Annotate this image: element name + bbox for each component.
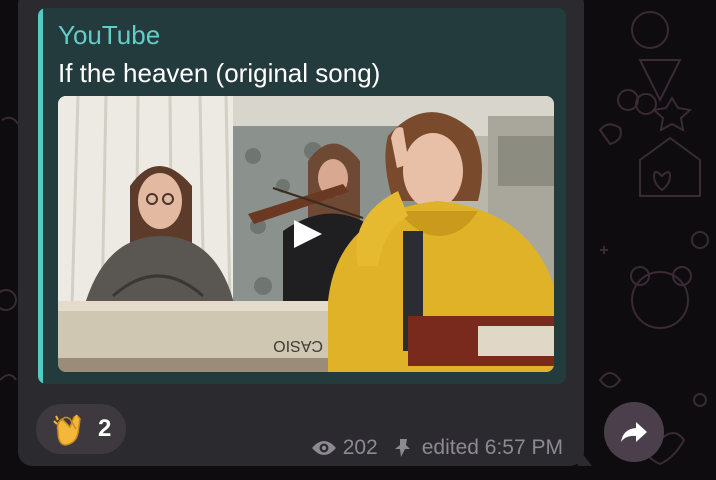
link-preview-title[interactable]: If the heaven (original song) [58, 58, 380, 88]
edited-timestamp: edited 6:57 PM [421, 436, 563, 459]
reaction-count: 2 [98, 415, 112, 442]
share-button[interactable] [604, 402, 664, 462]
share-arrow-icon [621, 422, 647, 442]
link-preview-site-name[interactable]: YouTube [58, 20, 160, 50]
link-preview-accent-bar [38, 8, 43, 384]
view-count: 202 [342, 436, 378, 459]
reaction-chip[interactable]: 2 [36, 404, 126, 454]
pin-icon [394, 439, 410, 457]
clapping-hands-icon [53, 414, 81, 446]
video-thumbnail[interactable]: CASIO [58, 96, 554, 372]
eye-icon [311, 441, 336, 455]
message-meta: 202 edited 6:57 PM [311, 434, 563, 462]
link-preview[interactable]: YouTube If the heaven (original song) CA… [38, 8, 566, 384]
play-icon[interactable] [58, 96, 554, 372]
